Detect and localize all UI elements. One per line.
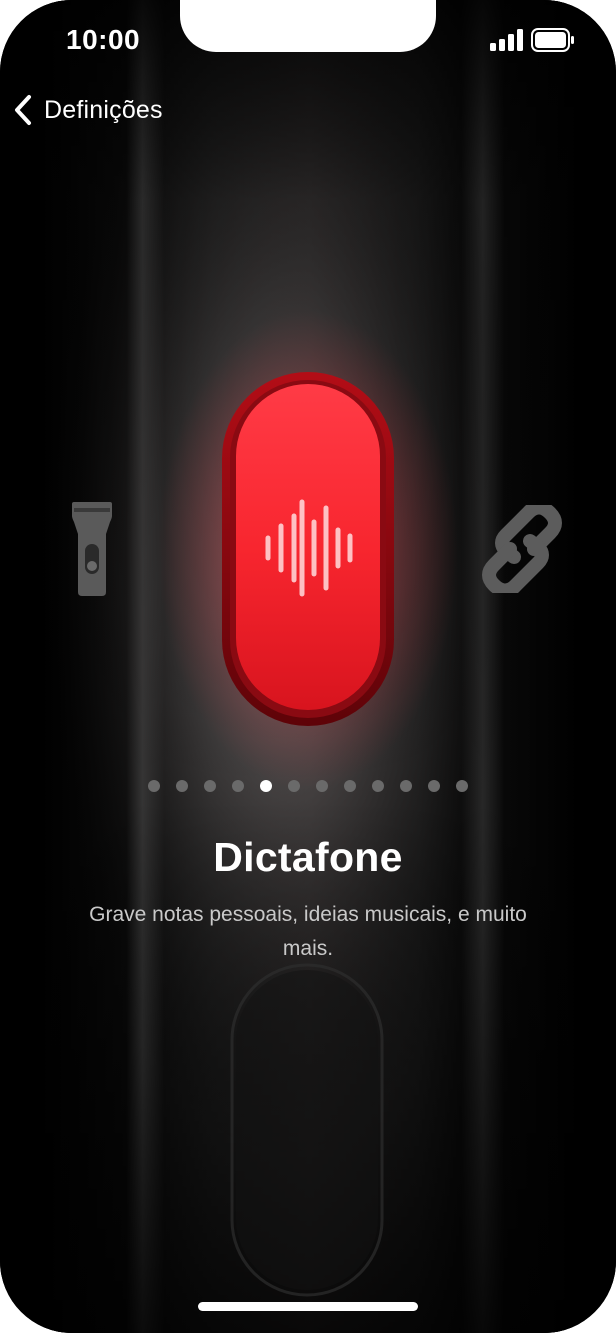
home-indicator[interactable] (198, 1302, 418, 1311)
battery-icon (531, 28, 574, 52)
page-indicator[interactable] (0, 780, 616, 794)
page-dot[interactable] (344, 780, 356, 792)
back-button-label: Definições (44, 95, 163, 124)
page-dot[interactable] (204, 780, 216, 792)
page-dot[interactable] (400, 780, 412, 792)
status-time: 10:00 (66, 24, 141, 55)
page-dot[interactable] (456, 780, 468, 792)
feature-title: Dictafone (213, 834, 403, 880)
page-dot[interactable] (372, 780, 384, 792)
notch (180, 0, 436, 52)
back-button[interactable]: Definições (10, 88, 163, 132)
page-dot[interactable] (428, 780, 440, 792)
phone-screen: 10:00 Definições Dictafone Grave notas p… (0, 0, 616, 1333)
chevron-left-icon (15, 95, 31, 125)
flashlight-icon[interactable] (70, 500, 114, 598)
cellular-signal-icon (490, 29, 523, 51)
feature-description: Grave notas pessoais, ideias musicais, e… (89, 903, 527, 960)
page-dot[interactable] (260, 780, 272, 792)
page-dot[interactable] (316, 780, 328, 792)
page-dot[interactable] (288, 780, 300, 792)
page-dot[interactable] (148, 780, 160, 792)
shazam-icon[interactable] (480, 505, 564, 593)
page-dot[interactable] (176, 780, 188, 792)
action-button-voice-memo[interactable] (220, 370, 396, 728)
page-dot[interactable] (232, 780, 244, 792)
